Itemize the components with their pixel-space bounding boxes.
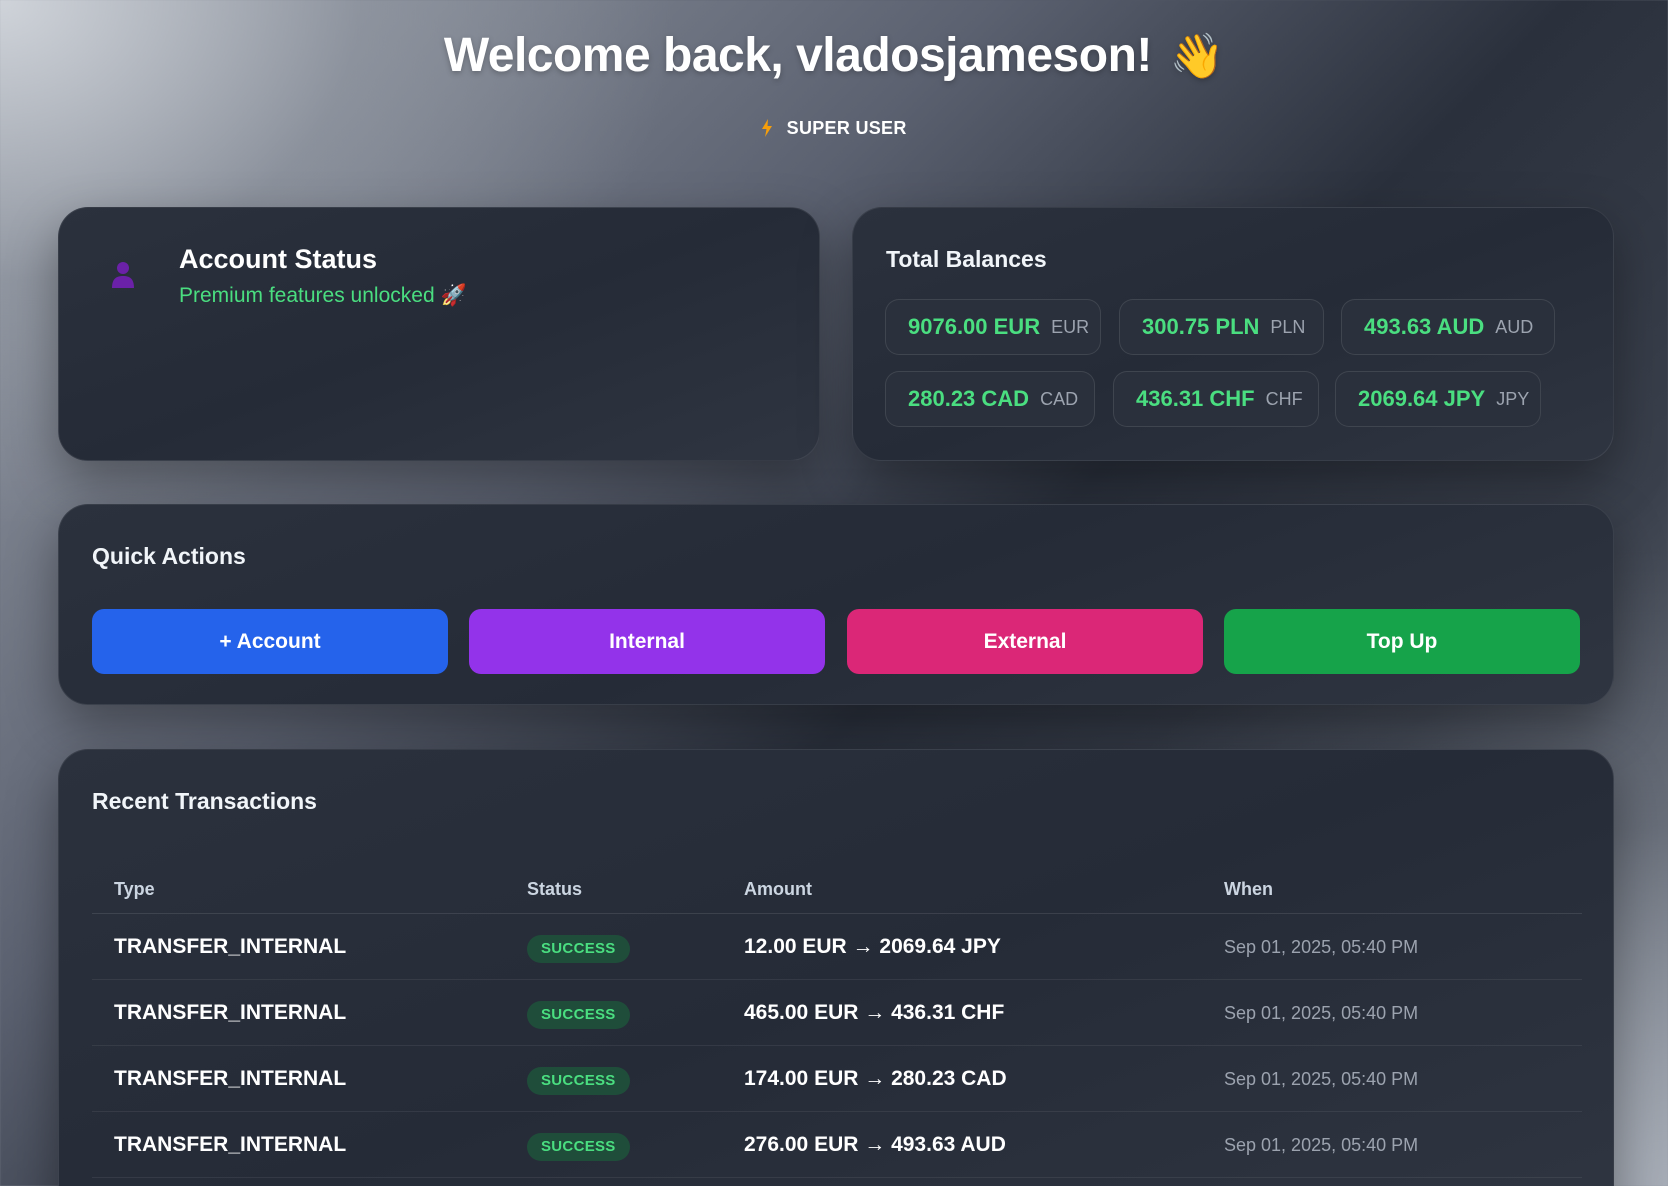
- balances-title: Total Balances: [886, 246, 1047, 272]
- quick-actions-card: Quick Actions + Account Internal Externa…: [58, 504, 1614, 705]
- quick-actions-title: Quick Actions: [92, 543, 246, 569]
- balance-chip-aud: 493.63 AUD AUD: [1341, 299, 1555, 355]
- status-badge: SUCCESS: [527, 1133, 630, 1161]
- transaction-type: TRANSFER_INTERNAL: [114, 1001, 347, 1024]
- account-status-subtitle: Premium features unlocked 🚀: [179, 284, 467, 307]
- transaction-type: TRANSFER_INTERNAL: [114, 1067, 347, 1090]
- column-header-type: Type: [114, 879, 155, 899]
- transaction-time: Sep 01, 2025, 05:40 PM: [1224, 1003, 1419, 1023]
- transaction-type: TRANSFER_INTERNAL: [114, 935, 347, 958]
- balance-currency: CAD: [1040, 388, 1079, 409]
- column-header-status: Status: [527, 879, 583, 899]
- lightning-bolt-icon: [761, 118, 778, 138]
- transaction-amount: 12.00 EUR → 2069.64 JPY: [744, 935, 1001, 958]
- balance-currency: JPY: [1496, 388, 1530, 409]
- transaction-amount: 465.00 EUR → 436.31 CHF: [744, 1001, 1005, 1024]
- balance-chip-eur: 9076.00 EUR EUR: [885, 299, 1101, 355]
- transaction-time: Sep 01, 2025, 05:40 PM: [1224, 937, 1419, 957]
- status-badge: SUCCESS: [527, 935, 630, 963]
- account-status-title: Account Status: [179, 244, 378, 274]
- balance-amount: 300.75 PLN: [1142, 314, 1260, 339]
- recent-transactions-card: Recent Transactions Type Status Amount W…: [58, 749, 1614, 1186]
- status-badge: SUCCESS: [527, 1067, 630, 1095]
- transaction-time: Sep 01, 2025, 05:40 PM: [1224, 1069, 1419, 1089]
- balance-currency: CHF: [1265, 388, 1303, 409]
- recent-transactions-title: Recent Transactions: [92, 788, 317, 814]
- transaction-amount: 276.00 EUR → 493.63 AUD: [744, 1133, 1006, 1156]
- total-balances-card: Total Balances 9076.00 EUR EUR 300.75 PL…: [852, 207, 1614, 461]
- welcome-heading: Welcome back, vladosjameson! 👋: [0, 28, 1668, 83]
- account-status-card: Account Status Premium features unlocked…: [58, 207, 820, 461]
- balance-chip-chf: 436.31 CHF CHF: [1113, 371, 1319, 427]
- balance-amount: 9076.00 EUR: [908, 314, 1041, 339]
- balance-currency: PLN: [1270, 316, 1306, 337]
- external-transfer-button[interactable]: External: [847, 609, 1203, 674]
- column-header-when: When: [1224, 879, 1273, 899]
- column-header-amount: Amount: [744, 879, 812, 899]
- transaction-type: TRANSFER_INTERNAL: [114, 1133, 347, 1156]
- balance-amount: 436.31 CHF: [1136, 386, 1255, 411]
- internal-transfer-button[interactable]: Internal: [469, 609, 825, 674]
- balance-currency: EUR: [1051, 316, 1090, 337]
- add-account-button[interactable]: + Account: [92, 609, 448, 674]
- user-role: SUPER USER: [0, 118, 1668, 139]
- balance-amount: 2069.64 JPY: [1358, 386, 1486, 411]
- transaction-amount: 174.00 EUR → 280.23 CAD: [744, 1067, 1007, 1090]
- welcome-text: Welcome back, vladosjameson!: [443, 29, 1153, 82]
- balance-amount: 493.63 AUD: [1364, 314, 1485, 339]
- balance-chip-pln: 300.75 PLN PLN: [1119, 299, 1324, 355]
- balance-chip-jpy: 2069.64 JPY JPY: [1335, 371, 1541, 427]
- transaction-time: Sep 01, 2025, 05:40 PM: [1224, 1135, 1419, 1155]
- status-badge: SUCCESS: [527, 1001, 630, 1029]
- table-row[interactable]: TRANSFER_INTERNAL SUCCESS 276.00 EUR → 4…: [92, 1112, 1582, 1178]
- user-icon: [111, 260, 135, 290]
- balance-amount: 280.23 CAD: [908, 386, 1030, 411]
- table-row[interactable]: TRANSFER_INTERNAL SUCCESS 12.00 EUR → 20…: [92, 914, 1582, 980]
- role-label: SUPER USER: [786, 118, 907, 138]
- table-row[interactable]: TRANSFER_INTERNAL SUCCESS 465.00 EUR → 4…: [92, 980, 1582, 1046]
- balance-currency: AUD: [1495, 316, 1534, 337]
- table-header: Type Status Amount When: [92, 864, 1582, 914]
- balance-chip-cad: 280.23 CAD CAD: [885, 371, 1095, 427]
- top-up-button[interactable]: Top Up: [1224, 609, 1580, 674]
- table-row[interactable]: TRANSFER_INTERNAL SUCCESS 174.00 EUR → 2…: [92, 1046, 1582, 1112]
- waving-hand-icon: 👋: [1169, 32, 1225, 81]
